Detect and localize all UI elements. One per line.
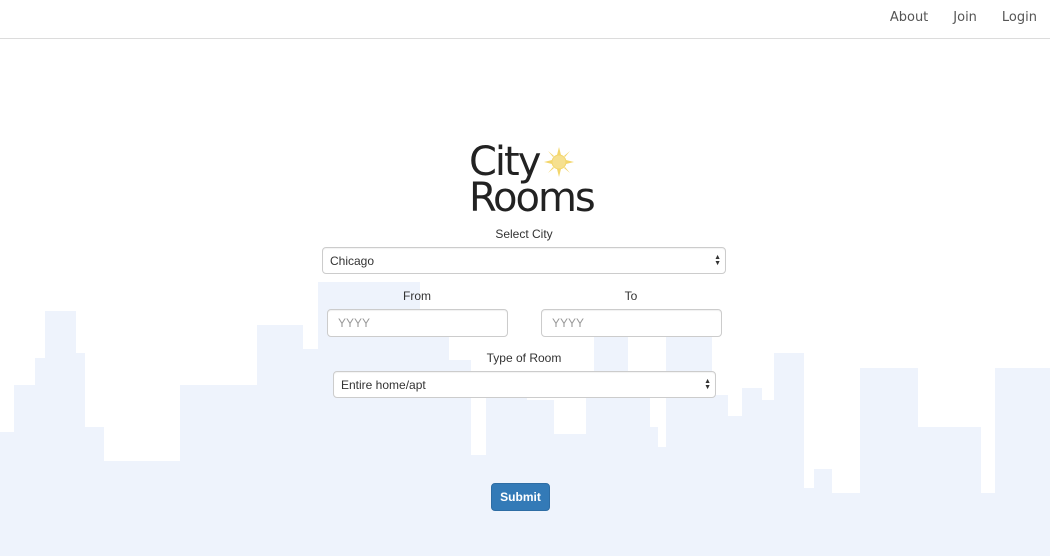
room-type-select-value: Entire home/apt [341,377,426,392]
nav-link-join[interactable]: Join [953,10,977,25]
nav-link-about[interactable]: About [890,10,928,25]
to-label: To [624,289,638,303]
submit-button[interactable]: Submit [491,483,550,511]
nav-links: About Join Login [865,10,1037,25]
from-year-input[interactable]: YYYY [327,309,508,337]
logo: City Rooms [469,140,609,220]
room-type-select[interactable]: Entire home/apt ▲ ▼ [333,371,716,398]
to-year-placeholder: YYYY [552,316,585,330]
nav-link-login[interactable]: Login [1002,10,1037,25]
city-select-value: Chicago [330,253,375,268]
select-city-label: Select City [495,227,553,241]
from-year-placeholder: YYYY [338,316,371,330]
room-type-label: Type of Room [486,351,562,365]
page: About Join Login City Rooms Select City … [0,0,1050,556]
select-arrows-icon: ▲ ▼ [714,253,721,267]
logo-rooms-text: Rooms [469,175,596,221]
to-year-input[interactable]: YYYY [541,309,722,337]
select-arrows-icon: ▲ ▼ [704,377,711,391]
city-select[interactable]: Chicago ▲ ▼ [322,247,726,274]
top-navbar: About Join Login [0,0,1050,39]
from-label: From [403,289,431,303]
skyline-background [0,282,1050,556]
sun-icon [544,147,574,177]
